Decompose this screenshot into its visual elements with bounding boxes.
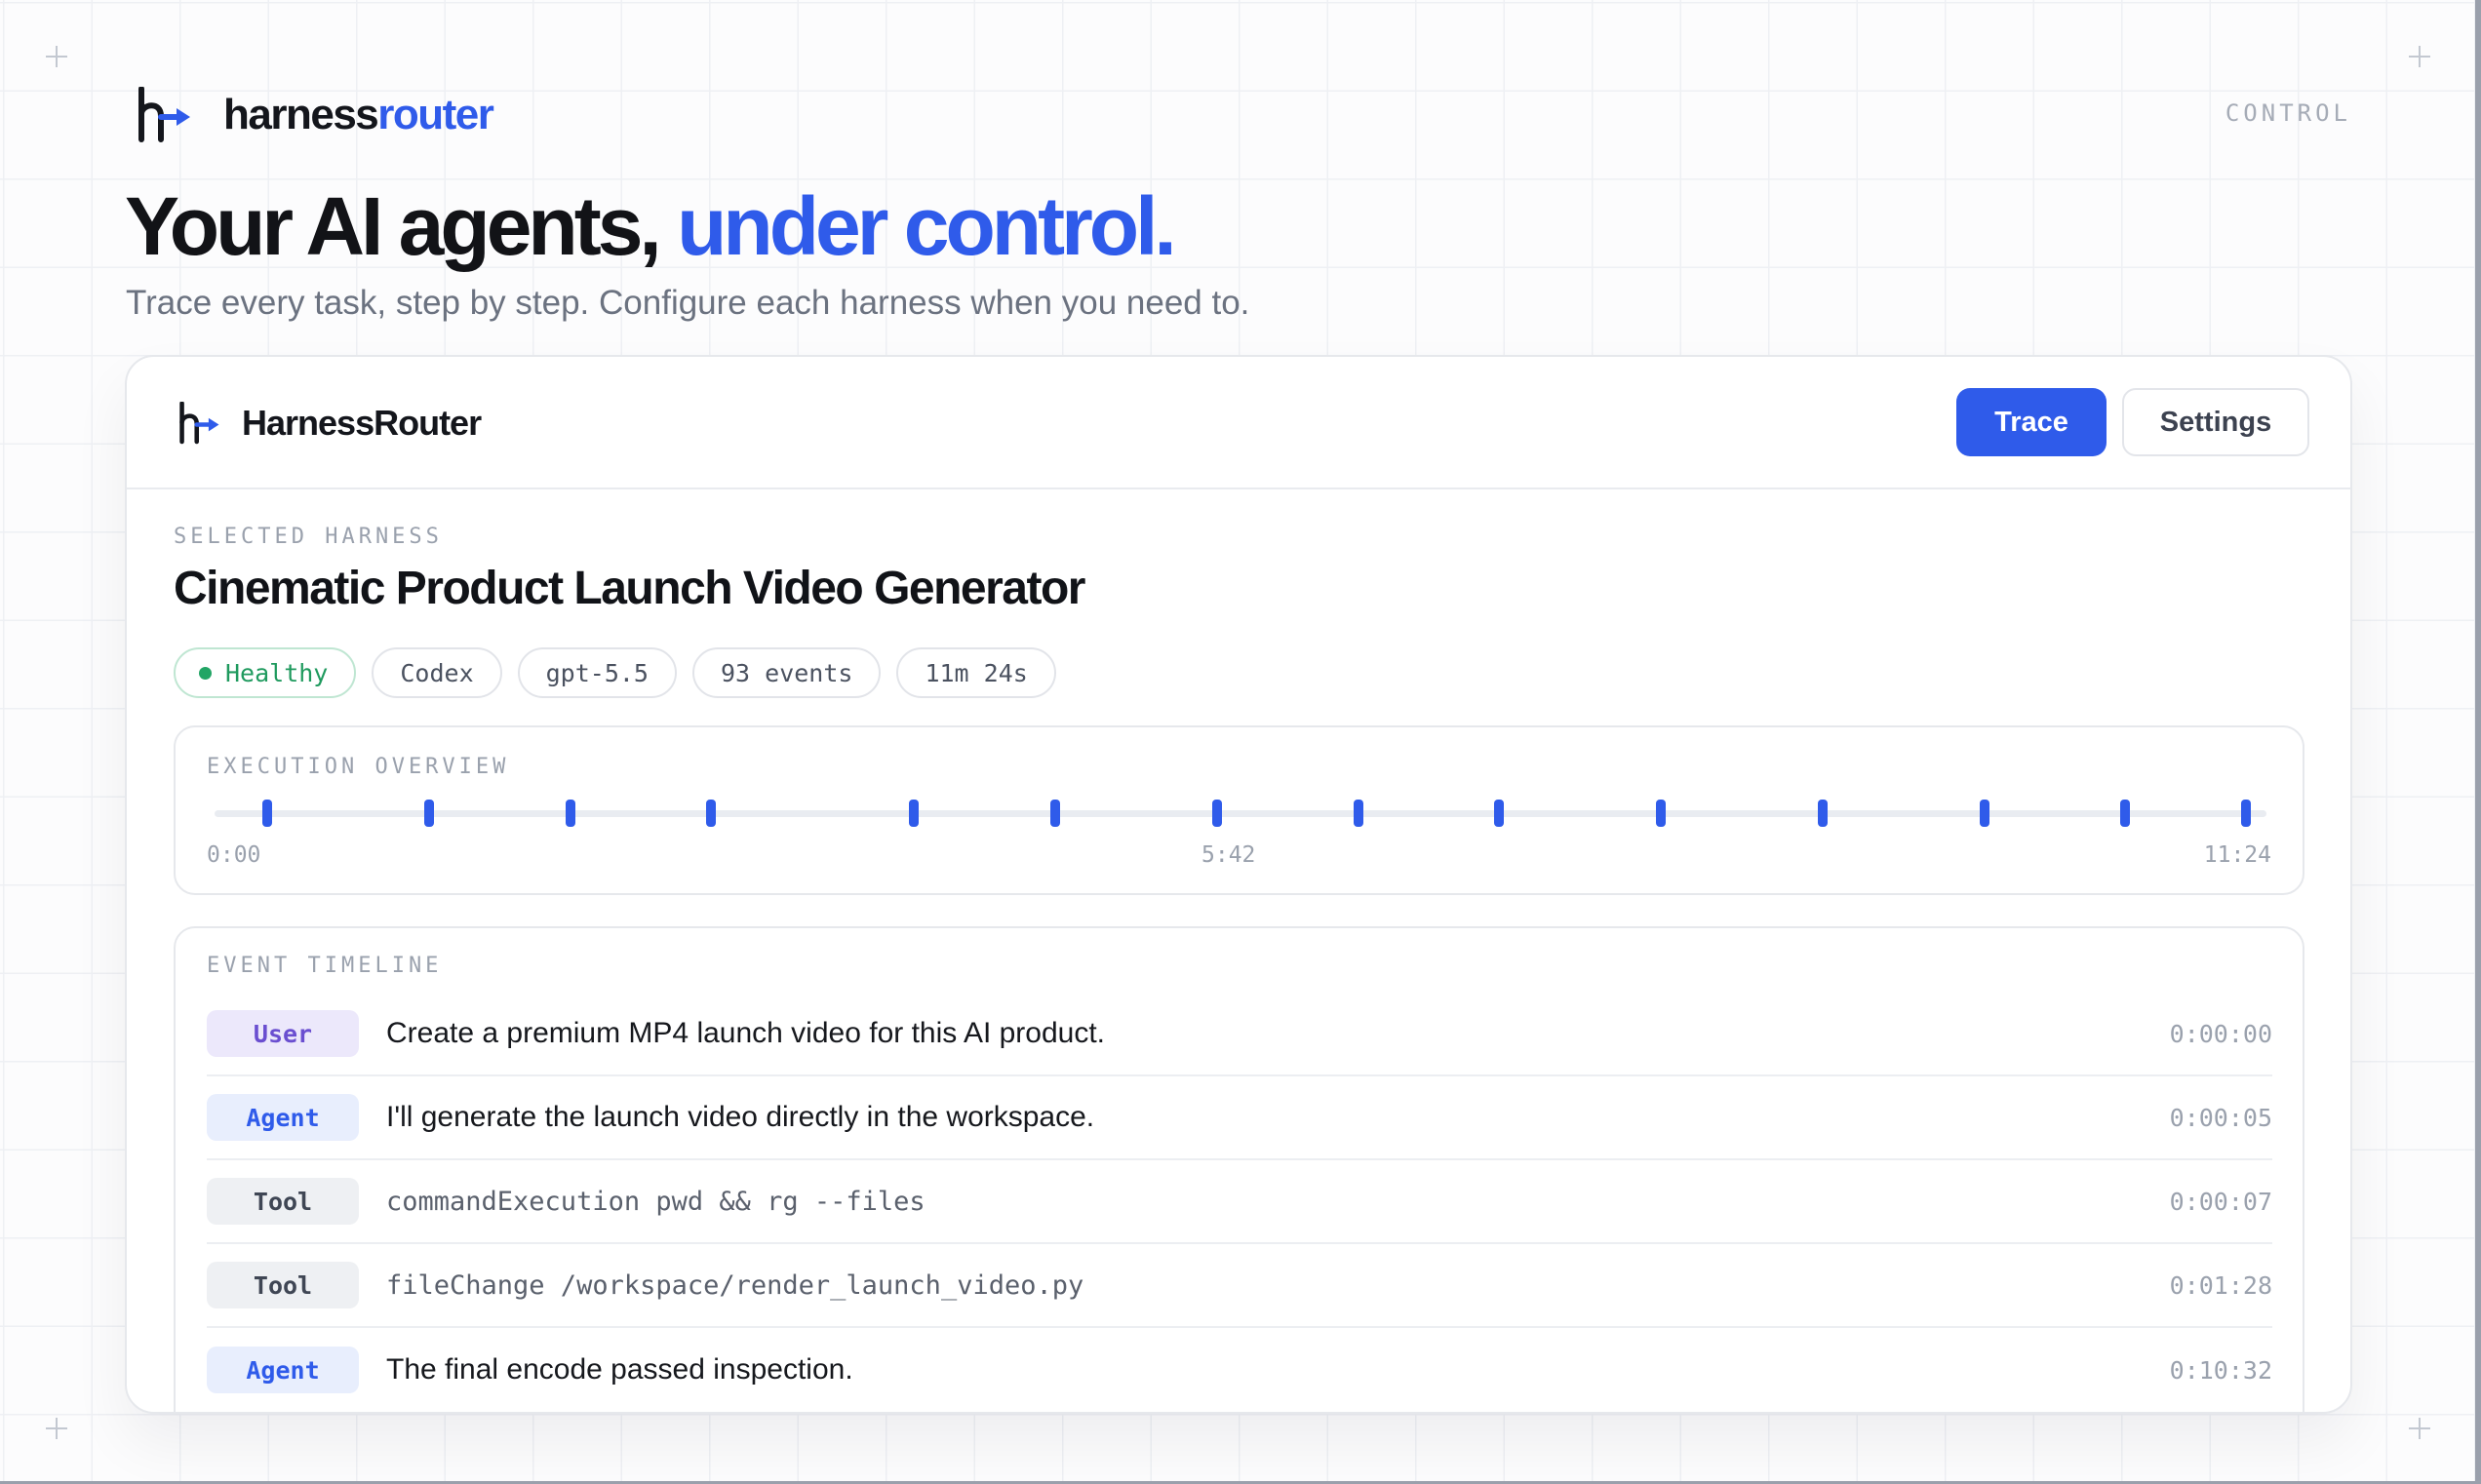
event-time: 0:00:05	[2169, 1103, 2272, 1132]
settings-button[interactable]: Settings	[2122, 388, 2309, 456]
event-marker-3[interactable]	[565, 800, 575, 827]
event-marker-10[interactable]	[1656, 800, 1667, 827]
event-time: 0:10:32	[2169, 1355, 2272, 1385]
plus-corner-icon	[46, 46, 67, 67]
event-marker-7[interactable]	[1211, 800, 1222, 827]
role-badge: Agent	[207, 1094, 359, 1141]
event-time: 0:00:07	[2169, 1187, 2272, 1216]
harnessrouter-logo-icon	[179, 402, 219, 445]
event-marker-6[interactable]	[1050, 800, 1061, 827]
status-chip: Healthy	[174, 647, 357, 698]
role-badge: Tool	[207, 1178, 359, 1225]
duration-chip: 11m 24s	[896, 647, 1056, 698]
brand-wordmark: harnessrouter	[223, 91, 494, 139]
role-badge: Tool	[207, 1262, 359, 1308]
plus-corner-icon	[2409, 1418, 2430, 1439]
event-marker-1[interactable]	[262, 800, 273, 827]
event-text: fileChange /workspace/render_launch_vide…	[386, 1269, 1084, 1301]
event-row[interactable]: Agent The final encode passed inspection…	[207, 1328, 2272, 1412]
event-marker-14[interactable]	[2241, 800, 2251, 827]
card-brand: HarnessRouter	[177, 400, 482, 447]
event-marker-2[interactable]	[423, 800, 434, 827]
hero-title-accent: under control.	[677, 180, 1177, 272]
harness-title: Cinematic Product Launch Video Generator	[174, 563, 1085, 614]
event-row[interactable]: Agent I'll generate the launch video dir…	[207, 1076, 2272, 1160]
hero-subtitle: Trace every task, step by step. Configur…	[126, 284, 1250, 322]
event-time: 0:00:00	[2169, 1019, 2272, 1048]
trace-button[interactable]: Trace	[1956, 388, 2107, 456]
event-text: Create a premium MP4 launch video for th…	[386, 1017, 1106, 1049]
role-badge: User	[207, 1010, 359, 1057]
event-marker-5[interactable]	[909, 800, 920, 827]
selected-harness-label: SELECTED HARNESS	[174, 525, 443, 549]
window-edge-right	[2475, 0, 2481, 1484]
event-timeline-label: EVENT TIMELINE	[207, 954, 443, 978]
axis-mid-label: 5:42	[1201, 842, 1256, 868]
plus-corner-icon	[2409, 46, 2430, 67]
harness-chips: Healthy Codex gpt-5.5 93 events 11m 24s	[174, 647, 1056, 698]
event-text: commandExecution pwd && rg --files	[386, 1186, 925, 1217]
event-marker-8[interactable]	[1353, 800, 1363, 827]
harness-card: HarnessRouter Trace Settings SELECTED HA…	[125, 355, 2352, 1414]
event-row[interactable]: Tool fileChange /workspace/render_launch…	[207, 1244, 2272, 1328]
event-marker-12[interactable]	[1979, 800, 1989, 827]
event-marker-4[interactable]	[706, 800, 717, 827]
event-marker-9[interactable]	[1494, 800, 1505, 827]
status-chip-label: Healthy	[225, 658, 329, 687]
event-marker-13[interactable]	[2120, 800, 2131, 827]
control-link[interactable]: CONTROL	[2225, 99, 2351, 127]
brand[interactable]: harnessrouter	[136, 84, 494, 146]
event-marker-11[interactable]	[1817, 800, 1828, 827]
role-badge: Agent	[207, 1347, 359, 1393]
status-dot-icon	[199, 666, 212, 680]
event-timeline-panel: EVENT TIMELINE User Create a premium MP4…	[174, 926, 2304, 1412]
event-row[interactable]: Tool commandExecution pwd && rg --files …	[207, 1160, 2272, 1244]
event-list: User Create a premium MP4 launch video f…	[207, 993, 2272, 1412]
execution-overview-label: EXECUTION OVERVIEW	[207, 755, 510, 779]
event-text: I'll generate the launch video directly …	[386, 1101, 1095, 1133]
harnessrouter-logo-icon	[138, 87, 190, 142]
events-chip: 93 events	[691, 647, 882, 698]
card-app-name: HarnessRouter	[242, 403, 482, 443]
event-text: The final encode passed inspection.	[386, 1353, 853, 1386]
engine-chip: Codex	[372, 647, 502, 698]
execution-overview-panel: EXECUTION OVERVIEW 0:00 5:42 11:24	[174, 725, 2304, 895]
plus-corner-icon	[46, 1418, 67, 1439]
brand-name-prefix: harness	[223, 91, 379, 138]
axis-end-label: 11:24	[2203, 842, 2271, 868]
card-header: HarnessRouter Trace Settings	[127, 357, 2350, 489]
hero-title: Your AI agents, under control.	[125, 177, 1177, 275]
event-time: 0:01:28	[2169, 1270, 2272, 1300]
hero-title-main: Your AI agents,	[125, 180, 678, 272]
model-chip: gpt-5.5	[517, 647, 677, 698]
axis-start-label: 0:00	[207, 842, 261, 868]
brand-name-accent: router	[377, 91, 494, 138]
execution-track[interactable]	[215, 800, 2266, 827]
event-row[interactable]: User Create a premium MP4 launch video f…	[207, 993, 2272, 1076]
